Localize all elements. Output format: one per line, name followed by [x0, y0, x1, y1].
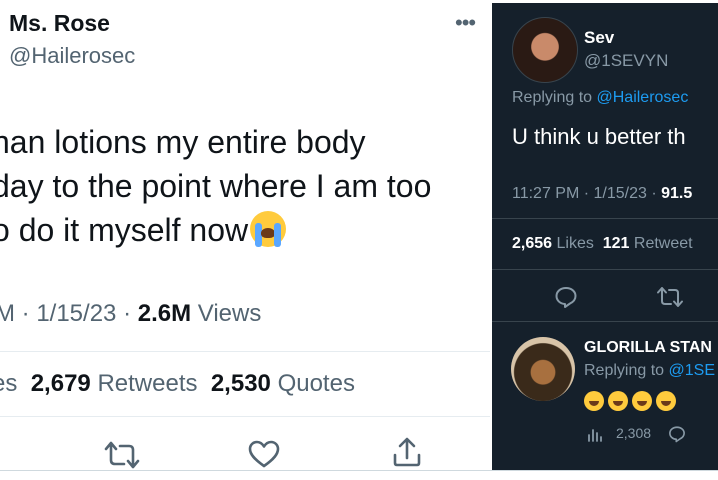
replying-to-link[interactable]: @1SE — [669, 362, 715, 379]
divider — [492, 321, 718, 322]
likes-label[interactable]: es — [0, 370, 17, 397]
replying-to: Replying to @Hailerosec — [512, 89, 688, 107]
reply-icon[interactable] — [668, 425, 686, 443]
tweet-text: han lotions my entire body day to the po… — [0, 120, 490, 252]
right-tweet-card: Sev @1SEVYN Replying to @Hailerosec U th… — [492, 3, 718, 471]
tweet-text: U think u better th — [512, 124, 686, 149]
retweets-label[interactable]: Retweet — [634, 235, 693, 252]
author-name[interactable]: Ms. Rose — [9, 10, 110, 37]
reply-author-name[interactable]: GLORILLA STAN — [584, 339, 712, 357]
avatar[interactable] — [511, 337, 575, 401]
heart-icon[interactable] — [248, 440, 280, 468]
replying-to-link[interactable]: @Hailerosec — [597, 89, 689, 106]
retweets-count[interactable]: 121 — [603, 235, 630, 252]
left-tweet-card: Ms. Rose @Hailerosec ••• han lotions my … — [0, 0, 490, 479]
author-name[interactable]: Sev — [584, 28, 614, 48]
divider — [0, 416, 490, 417]
quotes-label[interactable]: Quotes — [278, 370, 355, 397]
laughing-face-icon — [656, 391, 676, 411]
reply-emojis — [584, 391, 680, 411]
author-handle[interactable]: @Hailerosec — [9, 43, 135, 69]
tweet-stats: 2,656 Likes 121 Retweet — [512, 235, 693, 253]
quotes-count[interactable]: 2,530 — [211, 370, 271, 397]
reply-views-count: 2,308 — [616, 425, 652, 441]
replying-prefix: Replying to — [584, 362, 669, 379]
views-label: Views — [191, 300, 262, 327]
replying-prefix: Replying to — [512, 89, 597, 106]
views-count: 91.5 — [661, 185, 693, 202]
retweets-count[interactable]: 2,679 — [31, 370, 91, 397]
loudly-crying-face-icon — [250, 211, 287, 247]
divider — [492, 269, 718, 270]
divider — [492, 218, 718, 219]
retweet-icon[interactable] — [104, 440, 140, 470]
likes-count[interactable]: 2,656 — [512, 235, 552, 252]
author-handle[interactable]: @1SEVYN — [584, 51, 668, 71]
retweets-label[interactable]: Retweets — [97, 370, 197, 397]
views-count: 2.6M — [137, 300, 192, 327]
share-icon[interactable] — [392, 436, 422, 468]
divider — [0, 351, 490, 352]
tweet-time[interactable]: M · 1/15/23 · — [0, 300, 138, 327]
laughing-face-icon — [584, 391, 604, 411]
tweet-meta: 11:27 PM · 1/15/23 · 91.5 — [512, 185, 692, 203]
laughing-face-icon — [608, 391, 628, 411]
reply-replying-to: Replying to @1SE — [584, 362, 715, 380]
reply-icon[interactable] — [554, 285, 578, 309]
views-chart-icon — [588, 429, 602, 442]
tweet-text-line-1: han lotions my entire body — [0, 124, 366, 160]
tweet-time[interactable]: 11:27 PM · 1/15/23 · — [512, 185, 661, 202]
tweet-stats: es 2,679 Retweets 2,530 Quotes — [0, 370, 355, 398]
laughing-face-icon — [632, 391, 652, 411]
tweet-text-line-3: o do it myself now — [0, 212, 249, 248]
more-options-button[interactable]: ••• — [455, 10, 476, 36]
likes-label[interactable]: Likes — [557, 235, 594, 252]
tweet-text-line-2: day to the point where I am too — [0, 168, 432, 204]
retweet-icon[interactable] — [656, 285, 684, 309]
avatar[interactable] — [512, 17, 578, 83]
tweet-meta: M · 1/15/23 · 2.6M Views — [0, 300, 261, 328]
